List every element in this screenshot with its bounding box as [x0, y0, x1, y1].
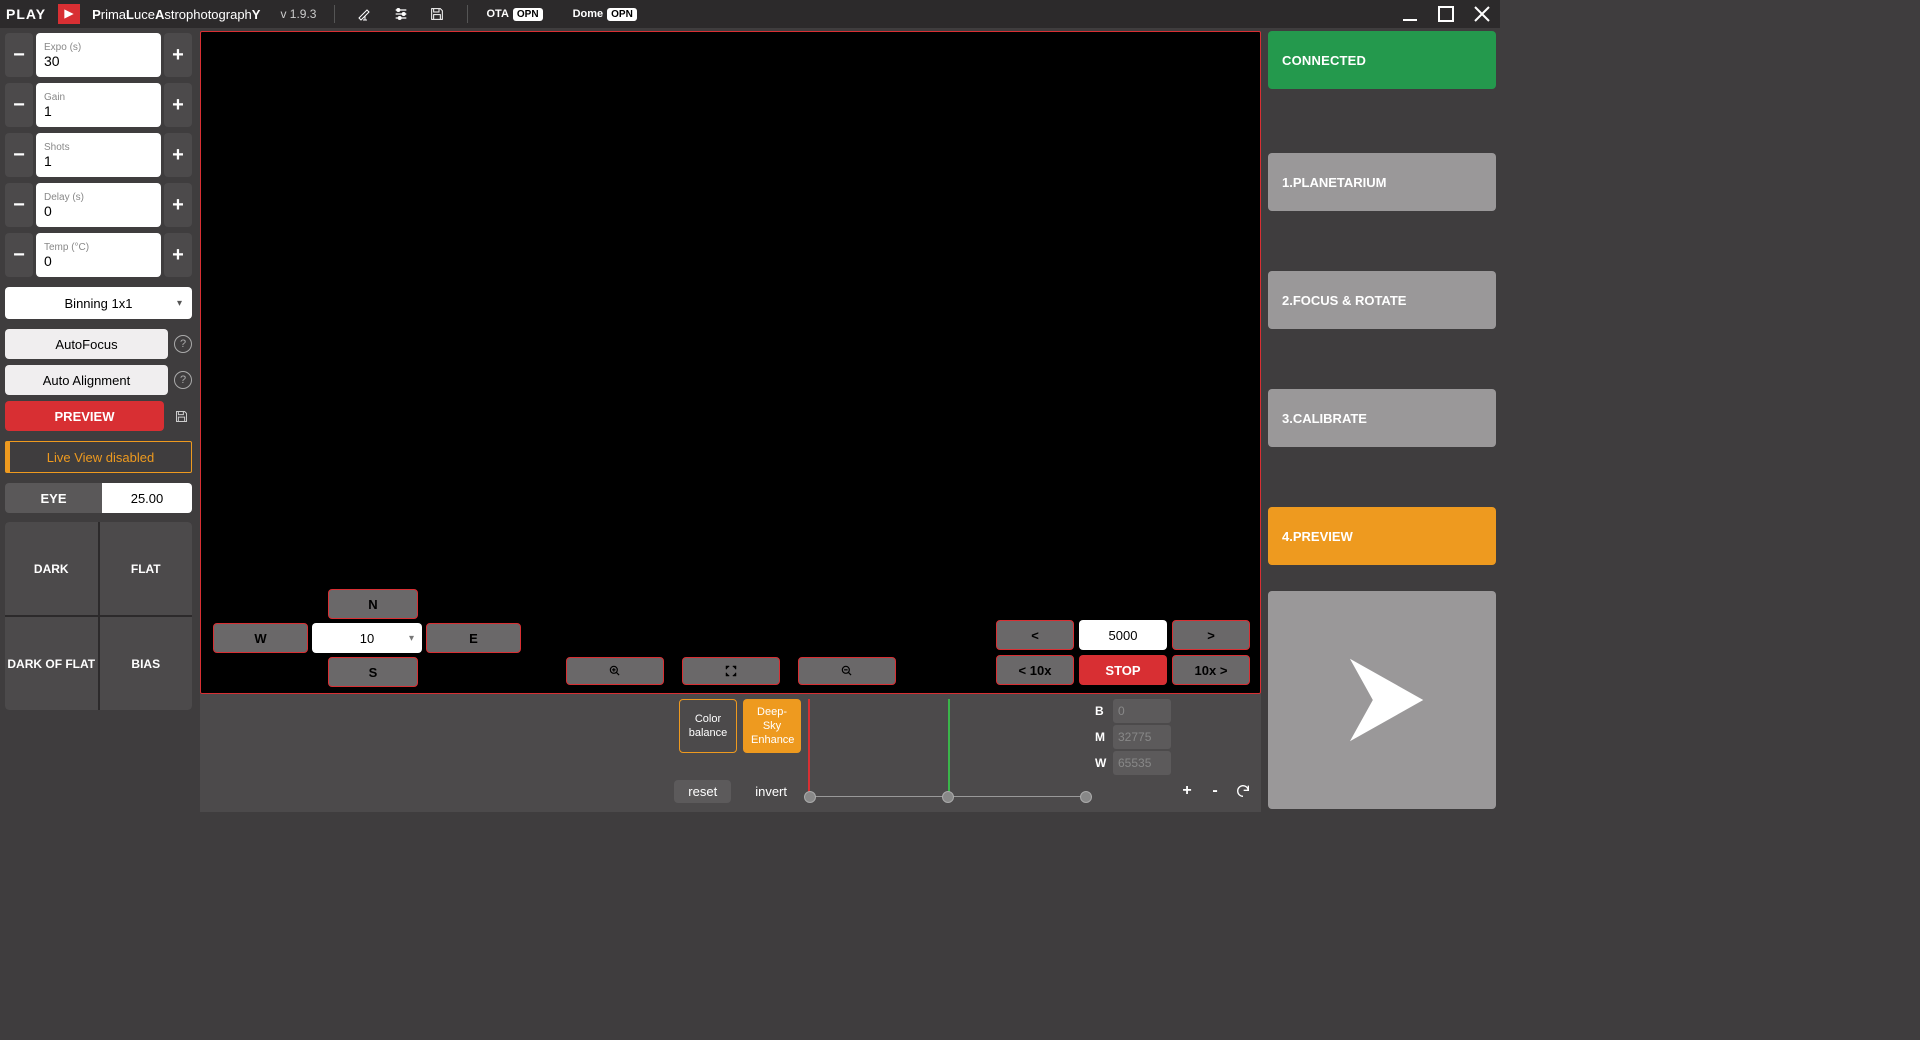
nav-preview[interactable]: 4.PREVIEW [1268, 507, 1496, 565]
direction-speed-select[interactable]: 10▾ [312, 623, 422, 653]
reset-button[interactable]: reset [674, 780, 731, 803]
close-icon[interactable] [1470, 2, 1494, 26]
live-view-status: Live View disabled [5, 441, 192, 473]
autofocus-info-icon[interactable]: ? [174, 335, 192, 353]
delay-field[interactable]: Delay (s) 0 [36, 183, 161, 227]
expo-control: − Expo (s) 30 + [5, 33, 192, 77]
histogram-slider[interactable] [807, 699, 1089, 807]
temp-field[interactable]: Temp (°C) 0 [36, 233, 161, 277]
stop-button[interactable]: STOP [1079, 655, 1167, 685]
gain-field[interactable]: Gain 1 [36, 83, 161, 127]
autofocus-button[interactable]: AutoFocus [5, 329, 168, 359]
auto-alignment-button[interactable]: Auto Alignment [5, 365, 168, 395]
histogram-green-marker [948, 699, 950, 799]
deep-sky-enhance-button[interactable]: Deep-SkyEnhance [743, 699, 801, 753]
gain-plus[interactable]: + [164, 83, 192, 127]
main-panel: N W 10▾ E S < 5000 [197, 28, 1264, 812]
binning-select[interactable]: Binning 1x1 ▾ [5, 287, 192, 319]
maximize-icon[interactable] [1434, 2, 1458, 26]
histogram-handle-mid[interactable] [942, 791, 954, 803]
play-label: PLAY [6, 6, 46, 22]
shots-field[interactable]: Shots 1 [36, 133, 161, 177]
shots-minus[interactable]: − [5, 133, 33, 177]
level-b-input[interactable] [1113, 699, 1171, 723]
invert-button[interactable]: invert [741, 780, 801, 803]
step-right-button[interactable]: > [1172, 620, 1250, 650]
step-left-10x-button[interactable]: < 10x [996, 655, 1074, 685]
color-balance-button[interactable]: Colorbalance [679, 699, 737, 753]
autoalign-info-icon[interactable]: ? [174, 371, 192, 389]
right-panel: CONNECTED 1.PLANETARIUM 2.FOCUS & ROTATE… [1264, 28, 1500, 812]
telescope-icon[interactable] [353, 2, 377, 26]
image-viewport[interactable]: N W 10▾ E S < 5000 [200, 31, 1261, 694]
expo-plus[interactable]: + [164, 33, 192, 77]
direction-west-button[interactable]: W [213, 623, 308, 653]
save-icon[interactable] [425, 2, 449, 26]
direction-north-button[interactable]: N [328, 589, 418, 619]
delay-plus[interactable]: + [164, 183, 192, 227]
gain-control: − Gain 1 + [5, 83, 192, 127]
frame-dark-button[interactable]: DARK [5, 522, 98, 615]
connection-status[interactable]: CONNECTED [1268, 31, 1496, 89]
zoom-fit-button[interactable] [682, 657, 780, 685]
histogram-handle-black[interactable] [804, 791, 816, 803]
delay-control: − Delay (s) 0 + [5, 183, 192, 227]
histogram-handle-white[interactable] [1080, 791, 1092, 803]
dome-status[interactable]: Dome OPN [573, 8, 637, 21]
bottom-tools: + - [1177, 699, 1253, 807]
stretch-minus-button[interactable]: - [1205, 781, 1225, 801]
nav-focus-rotate[interactable]: 2.FOCUS & ROTATE [1268, 271, 1496, 329]
step-left-button[interactable]: < [996, 620, 1074, 650]
sliders-icon[interactable] [389, 2, 413, 26]
zoom-in-button[interactable] [566, 657, 664, 685]
histogram-red-marker [808, 699, 810, 799]
stretch-plus-button[interactable]: + [1177, 781, 1197, 801]
refresh-icon[interactable] [1233, 781, 1253, 801]
step-right-10x-button[interactable]: 10x > [1172, 655, 1250, 685]
temp-plus[interactable]: + [164, 233, 192, 277]
frame-type-grid: DARK FLAT DARK OF FLAT BIAS [5, 522, 192, 710]
left-panel: − Expo (s) 30 + − Gain 1 + − Shots 1 + − [0, 28, 197, 812]
shots-control: − Shots 1 + [5, 133, 192, 177]
version-label: v 1.9.3 [280, 7, 316, 21]
eye-value[interactable]: 25.00 [102, 483, 192, 513]
nav-planetarium[interactable]: 1.PLANETARIUM [1268, 153, 1496, 211]
zoom-out-button[interactable] [798, 657, 896, 685]
chevron-down-icon: ▾ [177, 298, 182, 309]
temp-minus[interactable]: − [5, 233, 33, 277]
bottom-panel: Colorbalance Deep-SkyEnhance reset inver… [200, 694, 1261, 812]
chevron-down-icon: ▾ [409, 633, 414, 644]
preview-button[interactable]: PREVIEW [5, 401, 164, 431]
bmw-levels: B M W [1095, 699, 1171, 807]
temp-control: − Temp (°C) 0 + [5, 233, 192, 277]
shots-plus[interactable]: + [164, 133, 192, 177]
frame-bias-button[interactable]: BIAS [100, 617, 193, 710]
direction-south-button[interactable]: S [328, 657, 418, 687]
topbar: PLAY PrimaLuceAstrophotographY v 1.9.3 O… [0, 0, 1500, 28]
save-preview-icon[interactable] [170, 405, 192, 427]
eye-control: EYE 25.00 [5, 483, 192, 513]
zoom-controls [566, 657, 896, 685]
level-w-input[interactable] [1113, 751, 1171, 775]
frame-flat-button[interactable]: FLAT [100, 522, 193, 615]
level-m-input[interactable] [1113, 725, 1171, 749]
frame-darkofflat-button[interactable]: DARK OF FLAT [5, 617, 98, 710]
step-value[interactable]: 5000 [1079, 620, 1167, 650]
eye-label: EYE [5, 483, 102, 513]
focuser-controls: < 5000 > < 10x STOP 10x > [996, 620, 1250, 685]
expo-field[interactable]: Expo (s) 30 [36, 33, 161, 77]
expo-minus[interactable]: − [5, 33, 33, 77]
divider [467, 5, 468, 23]
ota-status[interactable]: OTA OPN [486, 8, 542, 21]
brand-name: PrimaLuceAstrophotographY [92, 7, 260, 22]
divider [334, 5, 335, 23]
minimize-icon[interactable] [1398, 2, 1422, 26]
direction-pad: N W 10▾ E S [213, 589, 533, 687]
direction-east-button[interactable]: E [426, 623, 521, 653]
gain-minus[interactable]: − [5, 83, 33, 127]
delay-minus[interactable]: − [5, 183, 33, 227]
app-logo [58, 4, 80, 24]
go-button[interactable] [1268, 591, 1496, 809]
nav-calibrate[interactable]: 3.CALIBRATE [1268, 389, 1496, 447]
